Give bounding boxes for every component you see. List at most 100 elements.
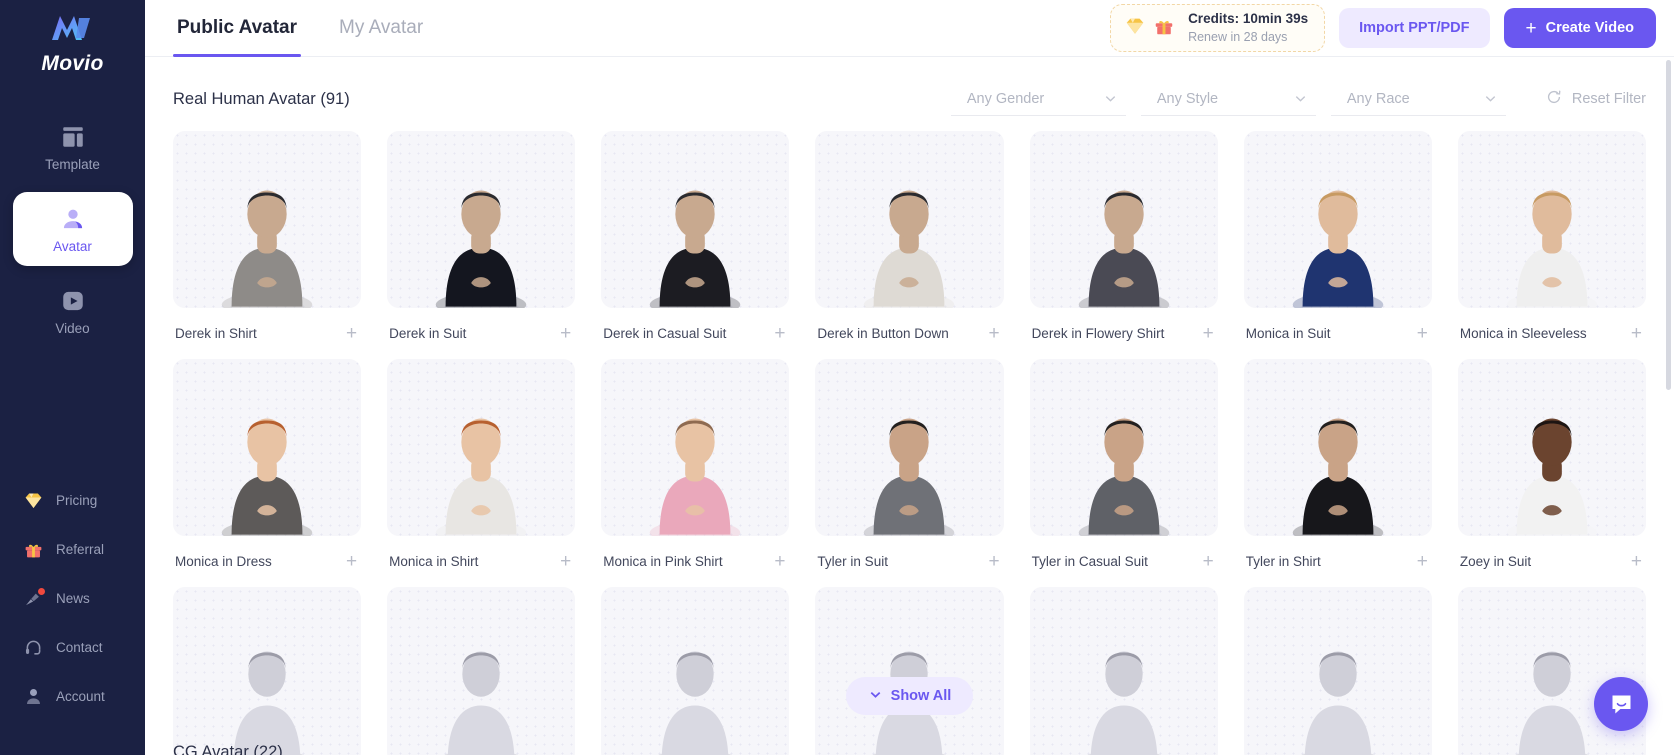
sidebar-item-news[interactable]: News: [22, 574, 90, 623]
avatar-card[interactable]: Monica in Dress +: [173, 359, 362, 587]
add-avatar-button[interactable]: +: [772, 324, 787, 343]
avatar-card[interactable]: [601, 587, 790, 755]
avatar-thumbnail[interactable]: [387, 587, 576, 755]
avatar-grid: Derek in Shirt + Derek in Suit + Derek i…: [173, 131, 1646, 755]
add-avatar-button[interactable]: +: [344, 552, 359, 571]
sidebar-item-video[interactable]: Video: [13, 274, 133, 348]
movio-logo-icon: [46, 10, 98, 46]
avatar-card-label: Tyler in Suit: [817, 554, 888, 569]
avatar-thumbnail[interactable]: [1029, 587, 1218, 755]
add-avatar-button[interactable]: +: [1201, 324, 1216, 343]
create-video-button[interactable]: + Create Video: [1503, 8, 1656, 48]
sidebar-item-template[interactable]: Template: [13, 110, 133, 184]
avatar-card-label: Derek in Casual Suit: [603, 326, 727, 341]
avatar-thumbnail[interactable]: [601, 359, 790, 536]
add-avatar-button[interactable]: +: [1629, 552, 1644, 571]
plus-icon: +: [1525, 17, 1537, 39]
import-ppt-pdf-button[interactable]: Import PPT/PDF: [1339, 8, 1490, 48]
filter-controls: Any Gender Any Style Any Race Reset Filt…: [950, 82, 1646, 116]
gift-icon: [1153, 15, 1175, 42]
avatar-card[interactable]: Monica in Shirt +: [387, 359, 576, 587]
add-avatar-button[interactable]: +: [1629, 324, 1644, 343]
avatar-thumbnail[interactable]: [1029, 359, 1218, 536]
news-badge-dot: [38, 587, 45, 595]
avatar-card[interactable]: [815, 587, 1004, 755]
avatar-card[interactable]: Derek in Shirt +: [173, 131, 362, 359]
add-avatar-button[interactable]: +: [558, 324, 573, 343]
create-video-label: Create Video: [1545, 20, 1634, 36]
sidebar-item-referral-label: Referral: [56, 542, 105, 557]
avatar-card-footer: Derek in Suit +: [387, 308, 575, 359]
add-avatar-button[interactable]: +: [1415, 552, 1430, 571]
add-avatar-button[interactable]: +: [1201, 552, 1216, 571]
tab-public-avatar-label: Public Avatar: [177, 17, 298, 38]
person-icon: [22, 686, 44, 708]
avatar-card-footer: Derek in Button Down +: [815, 308, 1003, 359]
avatar-card-label: Derek in Suit: [389, 326, 467, 341]
sidebar-item-contact[interactable]: Contact: [22, 623, 103, 672]
avatar-thumbnail[interactable]: [601, 587, 790, 755]
avatar-thumbnail[interactable]: [387, 359, 576, 536]
add-avatar-button[interactable]: +: [558, 552, 573, 571]
sidebar-item-referral[interactable]: Referral: [22, 525, 104, 574]
avatar-card[interactable]: [1029, 587, 1218, 755]
avatar-thumbnail[interactable]: [815, 131, 1004, 308]
sidebar-item-pricing[interactable]: Pricing: [22, 476, 97, 525]
vertical-scrollbar[interactable]: [1666, 60, 1671, 390]
avatar-card[interactable]: Derek in Casual Suit +: [601, 131, 790, 359]
add-avatar-button[interactable]: +: [986, 552, 1001, 571]
race-filter-select[interactable]: Any Race: [1330, 82, 1506, 116]
sidebar-item-avatar-label: Avatar: [53, 238, 92, 254]
avatar-thumbnail[interactable]: [387, 131, 576, 308]
diamond-icon: [1124, 15, 1146, 42]
add-avatar-button[interactable]: +: [986, 324, 1001, 343]
avatar-card[interactable]: [1243, 587, 1432, 755]
avatar-thumbnail[interactable]: [1457, 359, 1646, 536]
avatar-card[interactable]: Monica in Pink Shirt +: [601, 359, 790, 587]
avatar-thumbnail[interactable]: [173, 359, 362, 536]
style-filter-select[interactable]: Any Style: [1140, 82, 1316, 116]
gender-filter-value: Any Gender: [966, 90, 1045, 107]
add-avatar-button[interactable]: +: [344, 324, 359, 343]
avatar-thumbnail[interactable]: [1243, 587, 1432, 755]
chevron-down-icon: [1103, 91, 1118, 106]
avatar-card[interactable]: Derek in Button Down +: [815, 131, 1004, 359]
tab-my-avatar-label: My Avatar: [339, 17, 424, 38]
avatar-thumbnail[interactable]: [173, 587, 362, 755]
avatar-card[interactable]: Derek in Flowery Shirt +: [1029, 131, 1218, 359]
avatar-thumbnail[interactable]: [1029, 131, 1218, 308]
chat-bubble-icon[interactable]: [1594, 677, 1648, 731]
app-root: Movio Template Avatar Video Pricing Refe…: [0, 0, 1674, 755]
avatar-card-footer: Derek in Casual Suit +: [601, 308, 789, 359]
avatar-card[interactable]: Zoey in Suit +: [1457, 359, 1646, 587]
reset-filter-button[interactable]: Reset Filter: [1545, 88, 1646, 110]
avatar-thumbnail[interactable]: [1243, 359, 1432, 536]
avatar-card[interactable]: [387, 587, 576, 755]
avatar-card[interactable]: Tyler in Casual Suit +: [1029, 359, 1218, 587]
avatar-card[interactable]: Monica in Sleeveless +: [1457, 131, 1646, 359]
show-all-button[interactable]: Show All: [845, 677, 974, 715]
add-avatar-button[interactable]: +: [772, 552, 787, 571]
avatar-card[interactable]: Tyler in Shirt +: [1243, 359, 1432, 587]
tab-public-avatar[interactable]: Public Avatar: [173, 0, 302, 57]
sidebar-item-account[interactable]: Account: [22, 672, 105, 721]
diamond-icon: [22, 490, 44, 512]
avatar-card[interactable]: [173, 587, 362, 755]
avatar-thumbnail[interactable]: [601, 131, 790, 308]
sidebar-item-avatar[interactable]: Avatar: [12, 192, 133, 266]
tab-my-avatar[interactable]: My Avatar: [335, 0, 427, 57]
avatar-card[interactable]: Monica in Suit +: [1243, 131, 1432, 359]
avatar-card[interactable]: Tyler in Suit +: [815, 359, 1004, 587]
avatar-thumbnail[interactable]: [815, 359, 1004, 536]
credits-panel[interactable]: Credits: 10min 39s Renew in 28 days: [1110, 4, 1326, 52]
gender-filter-select[interactable]: Any Gender: [950, 82, 1126, 116]
avatar-card[interactable]: Derek in Suit +: [387, 131, 576, 359]
sidebar-item-news-label: News: [56, 591, 90, 606]
avatar-thumbnail[interactable]: [1243, 131, 1432, 308]
add-avatar-button[interactable]: +: [1415, 324, 1430, 343]
logo[interactable]: Movio: [41, 10, 103, 76]
sidebar-item-contact-label: Contact: [56, 640, 103, 655]
avatar-thumbnail[interactable]: [815, 587, 1004, 755]
avatar-thumbnail[interactable]: [1457, 131, 1646, 308]
avatar-thumbnail[interactable]: [173, 131, 362, 308]
